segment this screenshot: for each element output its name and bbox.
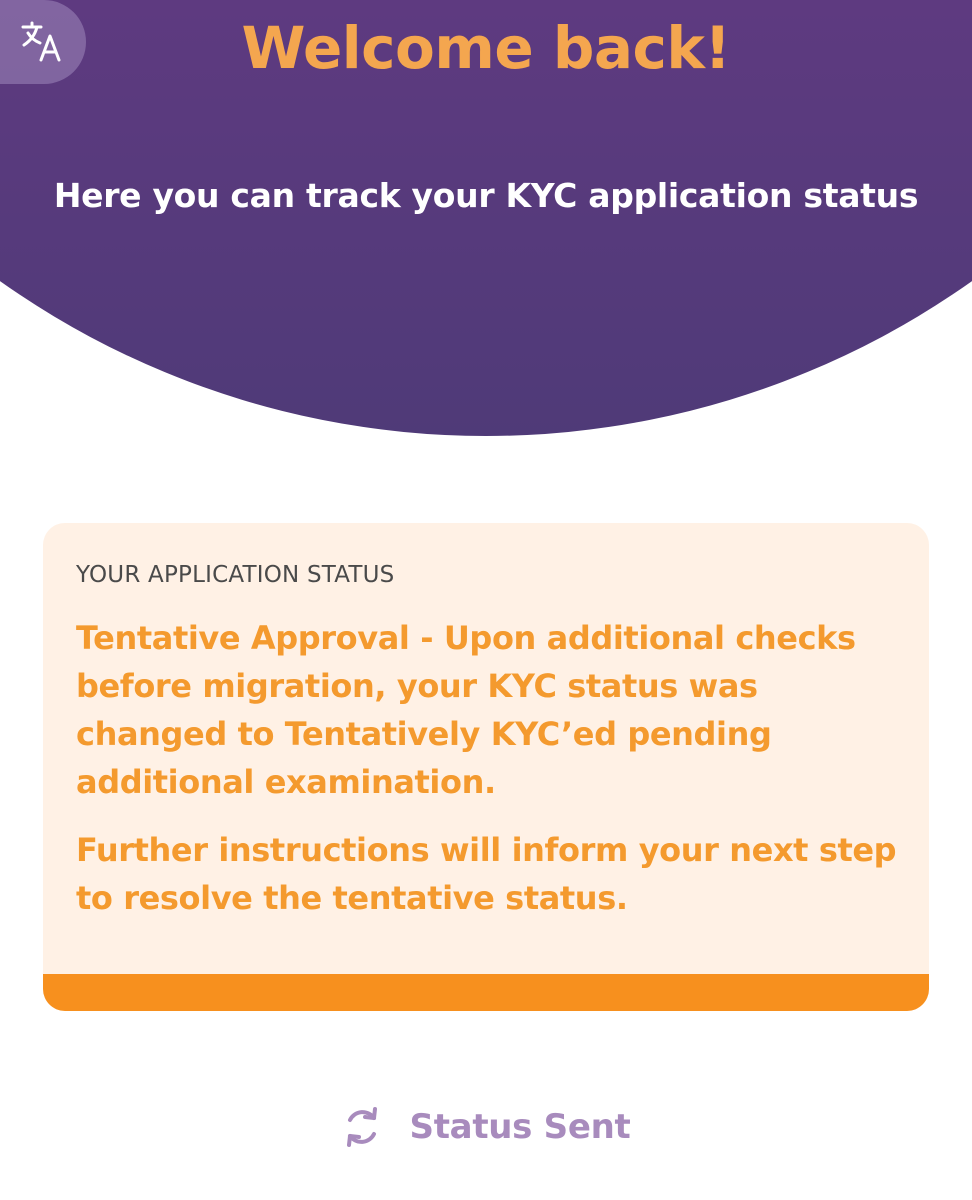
status-card-heading: YOUR APPLICATION STATUS xyxy=(76,562,395,588)
page-title: Welcome back! xyxy=(241,14,731,82)
status-instructions: Further instructions will inform your ne… xyxy=(76,831,897,917)
kyc-status-screen: Welcome back! Here you can track your KY… xyxy=(0,0,972,1200)
application-status-card: YOUR APPLICATION STATUS Tentative Approv… xyxy=(43,523,929,1011)
status-sent-indicator: Status Sent xyxy=(0,1100,972,1154)
status-progress-bar xyxy=(43,974,929,1011)
refresh-icon xyxy=(346,1107,377,1147)
page-subtitle: Here you can track your KYC application … xyxy=(53,176,919,215)
status-sent-label: Status Sent xyxy=(409,1107,631,1147)
status-message: Tentative Approval - Upon additional che… xyxy=(76,619,856,801)
